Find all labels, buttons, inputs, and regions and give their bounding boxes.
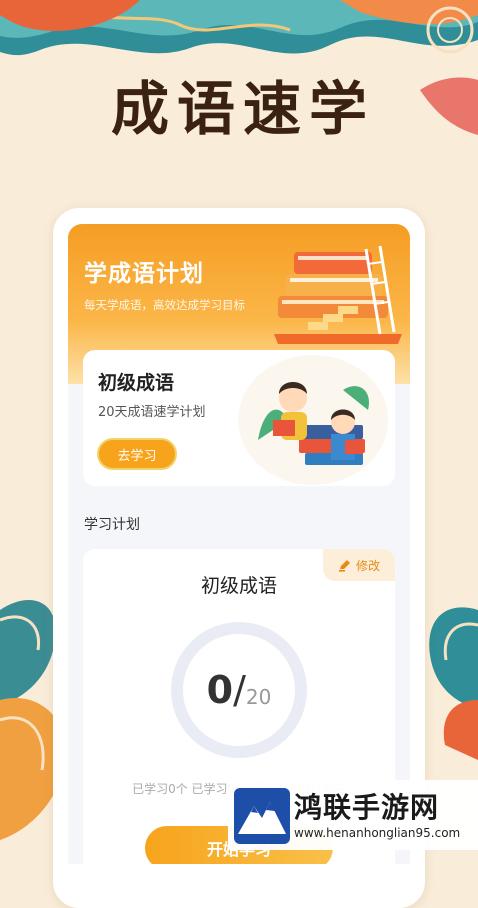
app-screen: 学成语计划 每天学成语，高效达成学习目标 初级成语 20天成语速学计划 去学习: [68, 224, 410, 864]
progress-counter: 0 / 20: [168, 619, 310, 761]
progress-current: 0: [206, 668, 234, 712]
books-stairs-icon: [274, 245, 402, 344]
course-subtitle: 20天成语速学计划: [98, 405, 206, 420]
mountain-logo-icon: [234, 788, 290, 844]
progress-separator: /: [233, 668, 246, 712]
pencil-icon: [338, 560, 350, 572]
watermark: 鸿联手游网 www.henanhonglian95.com: [228, 780, 478, 850]
hero-subtitle: 每天学成语，高效达成学习目标: [84, 298, 245, 312]
course-card[interactable]: 初级成语 20天成语速学计划 去学习: [83, 350, 395, 486]
course-title: 初级成语: [98, 372, 175, 394]
promo-title: 成语速学: [110, 75, 375, 143]
go-study-button[interactable]: 去学习: [97, 438, 177, 470]
watermark-name: 鸿联手游网: [294, 791, 440, 824]
kids-reading-icon: [238, 355, 388, 485]
plan-section-label: 学习计划: [84, 517, 140, 533]
plan-title: 初级成语: [200, 575, 277, 597]
watermark-url: www.henanhonglian95.com: [294, 826, 461, 840]
progress-total: 20: [245, 685, 272, 709]
hero-title: 学成语计划: [84, 261, 204, 287]
